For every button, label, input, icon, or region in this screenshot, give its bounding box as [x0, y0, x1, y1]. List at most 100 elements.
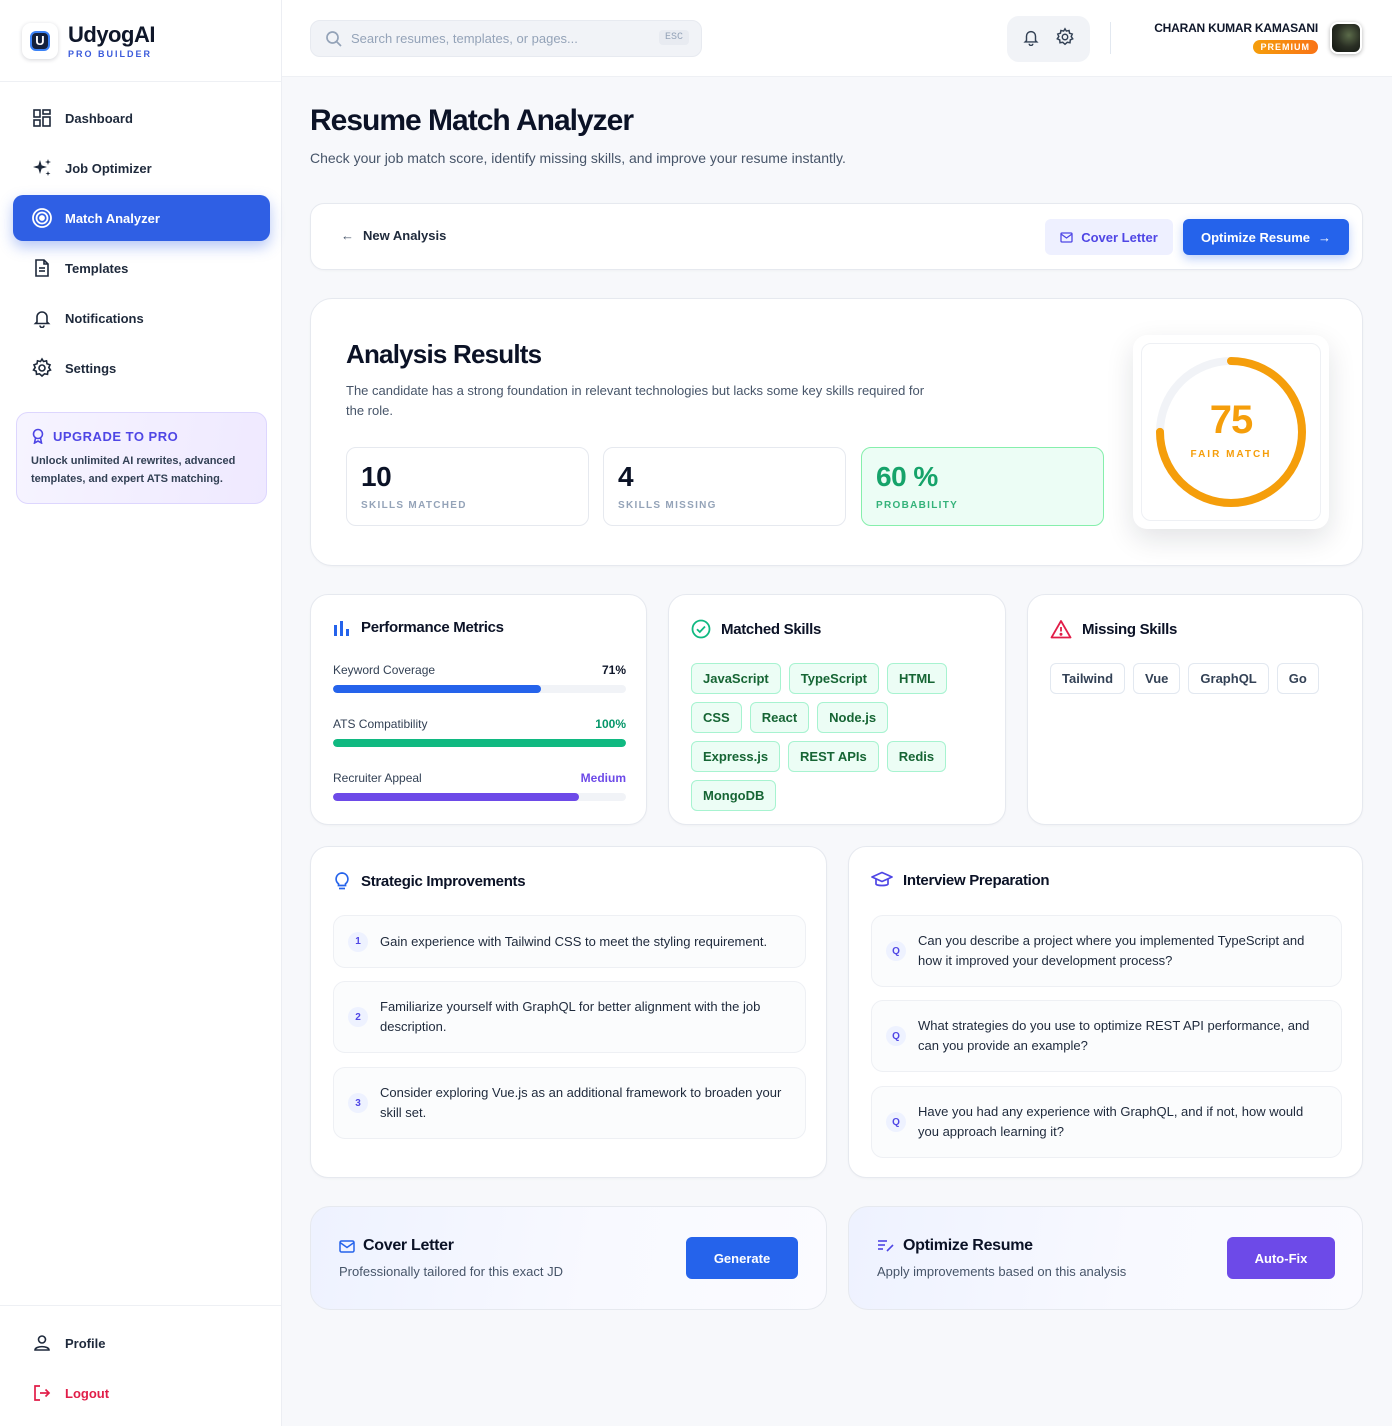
- progress-track: [333, 685, 626, 693]
- missing-skill-list: Tailwind Vue GraphQL Go: [1050, 663, 1350, 702]
- metric-value: 71%: [601, 663, 626, 677]
- question-icon: Q: [886, 1112, 906, 1132]
- question-text: Have you had any experience with GraphQL…: [918, 1104, 1304, 1139]
- interview-preparation-card: Interview Preparation Q Can you describe…: [848, 846, 1363, 1178]
- avatar[interactable]: [1330, 22, 1362, 54]
- cover-cta-title: Cover Letter: [363, 1237, 454, 1254]
- badge-icon: [32, 428, 44, 444]
- stat-label: SKILLS MISSING: [618, 500, 717, 511]
- user-name[interactable]: CHARAN KUMAR KAMASANI: [1154, 21, 1318, 35]
- matched-skills-card: Matched Skills JavaScript TypeScript HTM…: [668, 594, 1006, 825]
- skill-tag: Vue: [1133, 663, 1181, 694]
- progress-track: [333, 793, 626, 801]
- stat-skills-matched: 10 SKILLS MATCHED: [346, 447, 589, 526]
- brand[interactable]: U UdyogAI PRO BUILDER: [0, 0, 281, 82]
- bell-icon[interactable]: [1022, 28, 1040, 51]
- brand-name: UdyogAI: [68, 21, 155, 47]
- brand-subtitle: PRO BUILDER: [68, 48, 153, 59]
- item-number: 2: [348, 1007, 368, 1027]
- sidebar-item-dashboard[interactable]: Dashboard: [13, 95, 270, 141]
- skill-tag: Go: [1276, 663, 1319, 694]
- page-subtitle: Check your job match score, identify mis…: [310, 150, 846, 166]
- metric-value: Medium: [580, 771, 626, 785]
- sidebar-item-templates[interactable]: Templates: [13, 245, 270, 291]
- auto-fix-button[interactable]: Auto-Fix: [1227, 1237, 1335, 1279]
- generate-button[interactable]: Generate: [686, 1237, 798, 1279]
- metric-keyword-coverage: Keyword Coverage 71%: [333, 663, 626, 693]
- brand-logo: U: [22, 22, 58, 59]
- interview-question: Q Have you had any experience with Graph…: [871, 1086, 1342, 1158]
- optimize-cta-title: Optimize Resume: [903, 1237, 1033, 1254]
- improvement-item: 2 Familiarize yourself with GraphQL for …: [333, 981, 806, 1053]
- arrow-left-icon: ←: [341, 228, 354, 243]
- skill-tag: MongoDB: [691, 780, 777, 811]
- improvement-item: 1 Gain experience with Tailwind CSS to m…: [333, 915, 806, 968]
- skill-tag: TypeScript: [788, 663, 879, 694]
- cover-letter-cta-card: Cover Letter Professionally tailored for…: [310, 1206, 827, 1310]
- optimize-resume-button[interactable]: Optimize Resume →: [1183, 219, 1349, 255]
- match-score-value: 75: [1209, 398, 1254, 442]
- cover-letter-button[interactable]: Cover Letter: [1045, 219, 1173, 255]
- question-text: Can you describe a project where you imp…: [918, 933, 1305, 968]
- interview-title: Interview Preparation: [903, 871, 1050, 889]
- header-icon-group: [1007, 16, 1090, 62]
- progress-fill: [333, 739, 626, 747]
- esc-hint: ESC: [658, 30, 689, 45]
- metric-ats-compatibility: ATS Compatibility 100%: [333, 717, 626, 747]
- performance-metrics-card: Performance Metrics Keyword Coverage 71% …: [310, 594, 647, 825]
- cover-letter-label: Cover Letter: [1081, 229, 1158, 245]
- analysis-results-card: Analysis Results The candidate has a str…: [310, 298, 1363, 566]
- strategic-improvements-card: Strategic Improvements 1 Gain experience…: [310, 846, 827, 1178]
- sidebar-item-match-analyzer[interactable]: Match Analyzer: [13, 195, 270, 241]
- skill-tag: GraphQL: [1188, 663, 1269, 694]
- stat-label: PROBABILITY: [876, 500, 959, 511]
- gear-icon[interactable]: [1055, 26, 1075, 52]
- new-analysis-button[interactable]: ← New Analysis: [341, 228, 446, 243]
- interview-question: Q What strategies do you use to optimize…: [871, 1000, 1342, 1072]
- cover-cta-description: Professionally tailored for this exact J…: [339, 1264, 563, 1279]
- bell-icon: [31, 307, 53, 329]
- sidebar-item-label: Settings: [65, 360, 117, 376]
- gear-icon: [31, 357, 53, 379]
- stat-skills-missing: 4 SKILLS MISSING: [603, 447, 846, 526]
- matched-title: Matched Skills: [721, 620, 822, 638]
- sidebar-item-notifications[interactable]: Notifications: [13, 295, 270, 341]
- strategic-title: Strategic Improvements: [361, 872, 526, 890]
- skill-tag: HTML: [886, 663, 948, 694]
- sidebar-bottom: Profile Logout: [0, 1305, 281, 1420]
- stat-value: 4: [618, 461, 634, 492]
- question-icon: Q: [886, 1026, 906, 1046]
- skill-tag: Redis: [886, 741, 947, 772]
- item-text: Familiarize yourself with GraphQL for be…: [380, 999, 761, 1034]
- metric-label: Keyword Coverage: [333, 663, 436, 677]
- skill-tag: Tailwind: [1050, 663, 1126, 694]
- new-analysis-label: New Analysis: [363, 228, 447, 243]
- divider: [1110, 22, 1111, 54]
- search-box[interactable]: ESC: [310, 20, 702, 57]
- sparkles-icon: [31, 157, 53, 179]
- progress-track: [333, 739, 626, 747]
- stat-value: 10: [361, 461, 392, 492]
- sidebar-item-job-optimizer[interactable]: Job Optimizer: [13, 145, 270, 191]
- sidebar-item-logout[interactable]: Logout: [13, 1370, 270, 1416]
- item-text: Gain experience with Tailwind CSS to mee…: [380, 933, 768, 949]
- sidebar-item-label: Templates: [65, 260, 129, 276]
- search-input[interactable]: [351, 31, 641, 46]
- target-icon: [31, 207, 53, 229]
- sidebar-item-profile[interactable]: Profile: [13, 1320, 270, 1366]
- upgrade-card[interactable]: UPGRADE TO PRO Unlock unlimited AI rewri…: [16, 412, 267, 504]
- progress-fill: [333, 793, 580, 801]
- item-number: 3: [348, 1093, 368, 1113]
- results-description: The candidate has a strong foundation in…: [346, 383, 925, 418]
- skill-tag: REST APIs: [788, 741, 879, 772]
- metric-label: ATS Compatibility: [333, 717, 428, 731]
- upgrade-description: Unlock unlimited AI rewrites, advanced t…: [31, 455, 236, 485]
- check-circle-icon: [691, 619, 711, 639]
- metric-label: Recruiter Appeal: [333, 771, 422, 785]
- page-title: Resume Match Analyzer: [310, 104, 634, 137]
- optimize-cta-description: Apply improvements based on this analysi…: [877, 1264, 1127, 1279]
- document-icon: [31, 257, 53, 279]
- sidebar-item-settings[interactable]: Settings: [13, 345, 270, 391]
- mail-icon: [339, 1239, 355, 1253]
- match-score-box: 75 FAIR MATCH: [1133, 335, 1329, 529]
